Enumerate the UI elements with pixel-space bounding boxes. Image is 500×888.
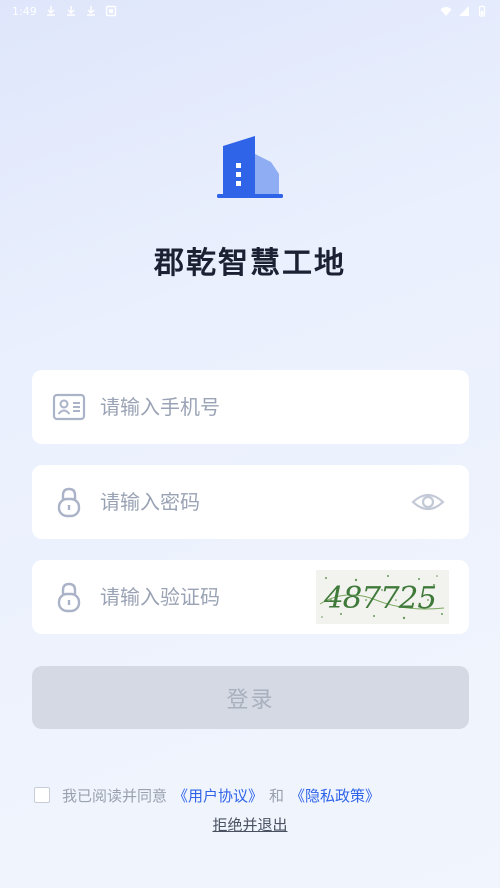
app-title: 郡乾智慧工地 bbox=[154, 246, 346, 281]
agreement-and: 和 bbox=[269, 786, 285, 805]
lock-icon bbox=[52, 580, 86, 614]
id-card-icon bbox=[52, 390, 86, 424]
captcha-image[interactable]: 487725 bbox=[316, 570, 449, 624]
login-button[interactable]: 登录 bbox=[32, 666, 469, 729]
building-logo-icon bbox=[217, 134, 283, 200]
download-icon bbox=[45, 5, 57, 17]
wifi-icon bbox=[440, 5, 452, 17]
captcha-field[interactable]: 487725 bbox=[32, 560, 469, 634]
agree-checkbox[interactable] bbox=[34, 787, 50, 803]
status-bar: 1:49 bbox=[0, 0, 500, 22]
signal-icon bbox=[458, 5, 470, 17]
phone-field[interactable] bbox=[32, 370, 469, 444]
eye-toggle-icon[interactable] bbox=[411, 490, 445, 514]
notification-box-icon bbox=[105, 5, 117, 17]
lock-icon bbox=[52, 485, 86, 519]
phone-input[interactable] bbox=[100, 370, 400, 444]
agreement-row: 我已阅读并同意 《用户协议》 和 《隐私政策》 bbox=[34, 784, 474, 806]
captcha-text: 487725 bbox=[323, 581, 436, 616]
reject-exit-link[interactable]: 拒绝并退出 bbox=[0, 814, 500, 835]
password-field[interactable] bbox=[32, 465, 469, 539]
password-input[interactable] bbox=[100, 465, 400, 539]
agreement-prefix: 我已阅读并同意 bbox=[62, 786, 168, 805]
status-time: 1:49 bbox=[12, 4, 37, 18]
download-icon bbox=[85, 5, 97, 17]
download-icon bbox=[65, 5, 77, 17]
privacy-policy-link[interactable]: 《隐私政策》 bbox=[290, 785, 380, 806]
user-agreement-link[interactable]: 《用户协议》 bbox=[173, 785, 263, 806]
battery-icon bbox=[476, 5, 488, 17]
